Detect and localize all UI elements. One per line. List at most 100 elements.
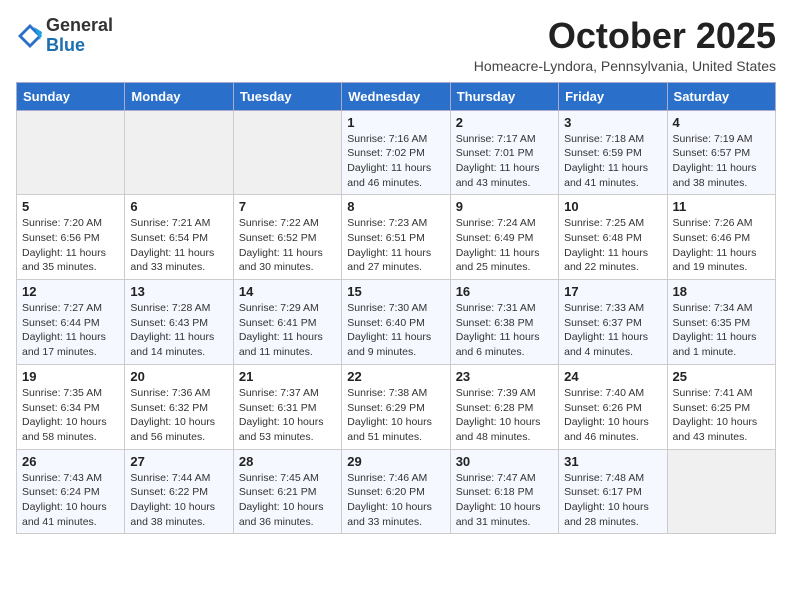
calendar-week-row: 19 Sunrise: 7:35 AM Sunset: 6:34 PM Dayli…: [17, 364, 776, 449]
day-info: Sunrise: 7:19 AM Sunset: 6:57 PM Dayligh…: [673, 132, 770, 191]
day-info: Sunrise: 7:28 AM Sunset: 6:43 PM Dayligh…: [130, 301, 227, 360]
calendar-cell: [667, 449, 775, 534]
logo: General Blue: [16, 16, 113, 56]
calendar-week-row: 5 Sunrise: 7:20 AM Sunset: 6:56 PM Daylig…: [17, 195, 776, 280]
calendar-cell: 13 Sunrise: 7:28 AM Sunset: 6:43 PM Dayli…: [125, 280, 233, 365]
day-of-week-header: Tuesday: [233, 82, 341, 110]
calendar-cell: 19 Sunrise: 7:35 AM Sunset: 6:34 PM Dayli…: [17, 364, 125, 449]
day-info: Sunrise: 7:41 AM Sunset: 6:25 PM Dayligh…: [673, 386, 770, 445]
day-info: Sunrise: 7:35 AM Sunset: 6:34 PM Dayligh…: [22, 386, 119, 445]
day-info: Sunrise: 7:33 AM Sunset: 6:37 PM Dayligh…: [564, 301, 661, 360]
calendar-cell: 2 Sunrise: 7:17 AM Sunset: 7:01 PM Daylig…: [450, 110, 558, 195]
day-info: Sunrise: 7:24 AM Sunset: 6:49 PM Dayligh…: [456, 216, 553, 275]
calendar-cell: 18 Sunrise: 7:34 AM Sunset: 6:35 PM Dayli…: [667, 280, 775, 365]
calendar-cell: 27 Sunrise: 7:44 AM Sunset: 6:22 PM Dayli…: [125, 449, 233, 534]
day-number: 4: [673, 115, 770, 130]
day-info: Sunrise: 7:44 AM Sunset: 6:22 PM Dayligh…: [130, 471, 227, 530]
day-number: 12: [22, 284, 119, 299]
day-number: 23: [456, 369, 553, 384]
calendar-cell: 17 Sunrise: 7:33 AM Sunset: 6:37 PM Dayli…: [559, 280, 667, 365]
day-number: 21: [239, 369, 336, 384]
day-info: Sunrise: 7:45 AM Sunset: 6:21 PM Dayligh…: [239, 471, 336, 530]
day-info: Sunrise: 7:37 AM Sunset: 6:31 PM Dayligh…: [239, 386, 336, 445]
day-info: Sunrise: 7:43 AM Sunset: 6:24 PM Dayligh…: [22, 471, 119, 530]
calendar-cell: 23 Sunrise: 7:39 AM Sunset: 6:28 PM Dayli…: [450, 364, 558, 449]
calendar-cell: 1 Sunrise: 7:16 AM Sunset: 7:02 PM Daylig…: [342, 110, 450, 195]
day-info: Sunrise: 7:46 AM Sunset: 6:20 PM Dayligh…: [347, 471, 444, 530]
day-number: 5: [22, 199, 119, 214]
day-number: 8: [347, 199, 444, 214]
day-info: Sunrise: 7:18 AM Sunset: 6:59 PM Dayligh…: [564, 132, 661, 191]
day-number: 29: [347, 454, 444, 469]
day-number: 24: [564, 369, 661, 384]
day-number: 7: [239, 199, 336, 214]
day-info: Sunrise: 7:40 AM Sunset: 6:26 PM Dayligh…: [564, 386, 661, 445]
calendar-cell: 3Sunrise: 7:18 AM Sunset: 6:59 PM Daylig…: [559, 110, 667, 195]
day-number: 15: [347, 284, 444, 299]
day-of-week-header: Saturday: [667, 82, 775, 110]
logo-icon: [16, 22, 44, 50]
day-number: 18: [673, 284, 770, 299]
day-number: 27: [130, 454, 227, 469]
day-number: 28: [239, 454, 336, 469]
calendar-cell: 14 Sunrise: 7:29 AM Sunset: 6:41 PM Dayli…: [233, 280, 341, 365]
day-number: 16: [456, 284, 553, 299]
calendar-cell: 6Sunrise: 7:21 AM Sunset: 6:54 PM Daylig…: [125, 195, 233, 280]
day-number: 6: [130, 199, 227, 214]
day-info: Sunrise: 7:20 AM Sunset: 6:56 PM Dayligh…: [22, 216, 119, 275]
calendar-cell: 31 Sunrise: 7:48 AM Sunset: 6:17 PM Dayli…: [559, 449, 667, 534]
day-info: Sunrise: 7:22 AM Sunset: 6:52 PM Dayligh…: [239, 216, 336, 275]
calendar-header-row: SundayMondayTuesdayWednesdayThursdayFrid…: [17, 82, 776, 110]
calendar-cell: 30 Sunrise: 7:47 AM Sunset: 6:18 PM Dayli…: [450, 449, 558, 534]
day-info: Sunrise: 7:17 AM Sunset: 7:01 PM Dayligh…: [456, 132, 553, 191]
day-number: 2: [456, 115, 553, 130]
day-info: Sunrise: 7:39 AM Sunset: 6:28 PM Dayligh…: [456, 386, 553, 445]
location-text: Homeacre-Lyndora, Pennsylvania, United S…: [474, 58, 776, 74]
calendar-cell: 9 Sunrise: 7:24 AM Sunset: 6:49 PM Daylig…: [450, 195, 558, 280]
calendar-cell: 26Sunrise: 7:43 AM Sunset: 6:24 PM Dayli…: [17, 449, 125, 534]
day-info: Sunrise: 7:16 AM Sunset: 7:02 PM Dayligh…: [347, 132, 444, 191]
day-info: Sunrise: 7:34 AM Sunset: 6:35 PM Dayligh…: [673, 301, 770, 360]
day-of-week-header: Wednesday: [342, 82, 450, 110]
day-info: Sunrise: 7:27 AM Sunset: 6:44 PM Dayligh…: [22, 301, 119, 360]
day-of-week-header: Thursday: [450, 82, 558, 110]
day-number: 22: [347, 369, 444, 384]
calendar-cell: 25 Sunrise: 7:41 AM Sunset: 6:25 PM Dayli…: [667, 364, 775, 449]
calendar-cell: 11 Sunrise: 7:26 AM Sunset: 6:46 PM Dayli…: [667, 195, 775, 280]
day-number: 11: [673, 199, 770, 214]
calendar-week-row: 1 Sunrise: 7:16 AM Sunset: 7:02 PM Daylig…: [17, 110, 776, 195]
day-info: Sunrise: 7:23 AM Sunset: 6:51 PM Dayligh…: [347, 216, 444, 275]
day-info: Sunrise: 7:47 AM Sunset: 6:18 PM Dayligh…: [456, 471, 553, 530]
month-title: October 2025: [474, 16, 776, 56]
day-number: 31: [564, 454, 661, 469]
calendar-cell: 24 Sunrise: 7:40 AM Sunset: 6:26 PM Dayli…: [559, 364, 667, 449]
day-info: Sunrise: 7:25 AM Sunset: 6:48 PM Dayligh…: [564, 216, 661, 275]
calendar-cell: [125, 110, 233, 195]
calendar-cell: 5 Sunrise: 7:20 AM Sunset: 6:56 PM Daylig…: [17, 195, 125, 280]
day-info: Sunrise: 7:26 AM Sunset: 6:46 PM Dayligh…: [673, 216, 770, 275]
day-number: 9: [456, 199, 553, 214]
calendar-week-row: 26Sunrise: 7:43 AM Sunset: 6:24 PM Dayli…: [17, 449, 776, 534]
day-of-week-header: Sunday: [17, 82, 125, 110]
day-number: 1: [347, 115, 444, 130]
day-number: 13: [130, 284, 227, 299]
page-header: General Blue October 2025 Homeacre-Lyndo…: [16, 16, 776, 74]
calendar-cell: 22Sunrise: 7:38 AM Sunset: 6:29 PM Dayli…: [342, 364, 450, 449]
day-number: 25: [673, 369, 770, 384]
calendar-table: SundayMondayTuesdayWednesdayThursdayFrid…: [16, 82, 776, 535]
calendar-cell: 21 Sunrise: 7:37 AM Sunset: 6:31 PM Dayli…: [233, 364, 341, 449]
day-info: Sunrise: 7:29 AM Sunset: 6:41 PM Dayligh…: [239, 301, 336, 360]
calendar-cell: 20Sunrise: 7:36 AM Sunset: 6:32 PM Dayli…: [125, 364, 233, 449]
day-number: 30: [456, 454, 553, 469]
logo-general-text: General: [46, 15, 113, 35]
day-number: 14: [239, 284, 336, 299]
calendar-cell: 12 Sunrise: 7:27 AM Sunset: 6:44 PM Dayli…: [17, 280, 125, 365]
calendar-cell: 8 Sunrise: 7:23 AM Sunset: 6:51 PM Daylig…: [342, 195, 450, 280]
day-number: 17: [564, 284, 661, 299]
calendar-cell: 4 Sunrise: 7:19 AM Sunset: 6:57 PM Daylig…: [667, 110, 775, 195]
day-number: 19: [22, 369, 119, 384]
title-block: October 2025 Homeacre-Lyndora, Pennsylva…: [474, 16, 776, 74]
day-of-week-header: Friday: [559, 82, 667, 110]
calendar-cell: [233, 110, 341, 195]
day-info: Sunrise: 7:48 AM Sunset: 6:17 PM Dayligh…: [564, 471, 661, 530]
